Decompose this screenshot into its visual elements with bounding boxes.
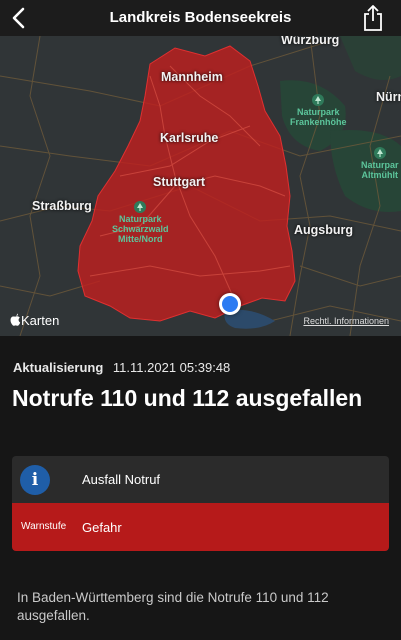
update-timestamp: 11.11.2021 05:39:48 (112, 360, 231, 375)
current-location-marker[interactable] (219, 293, 241, 315)
warning-description: In Baden-Württemberg sind die Notrufe 11… (17, 590, 329, 623)
tree-icon (373, 147, 386, 159)
tree-icon (312, 94, 325, 106)
map-label-park-schwarzwald: Naturpark Schwarzwald Mitte/Nord (112, 201, 169, 244)
apple-logo-icon (10, 313, 21, 326)
map-label-strassburg: Straßburg (32, 199, 92, 213)
info-card: i Ausfall Notruf (12, 456, 389, 503)
warning-level-card: Warnstufe Gefahr (12, 503, 389, 551)
legal-info-link[interactable]: Rechtl. Informationen (303, 316, 389, 326)
map-view[interactable]: Würzburg Mannheim Nürn Karlsruhe Stuttga… (0, 36, 401, 336)
warning-headline: Notrufe 110 und 112 ausgefallen (12, 385, 363, 411)
map-label-augsburg: Augsburg (294, 223, 354, 237)
map-label-wuerzburg: Würzburg (281, 36, 340, 47)
map-label-nuernberg: Nürn (376, 90, 401, 104)
warning-level-value: Gefahr (82, 520, 122, 535)
map-label-park-altmuehl: Naturpar Altmühlt (361, 147, 399, 180)
navigation-bar: Landkreis Bodenseekreis (0, 0, 401, 36)
maps-attribution: Karten (10, 313, 59, 328)
map-label-karlsruhe: Karlsruhe (160, 131, 219, 145)
map-label-stuttgart: Stuttgart (153, 175, 206, 189)
tree-icon (134, 201, 147, 213)
page-title: Landkreis Bodenseekreis (109, 9, 292, 26)
info-card-text: Ausfall Notruf (82, 472, 161, 487)
map-label-mannheim: Mannheim (161, 70, 223, 84)
warning-level-label: Warnstufe (21, 521, 67, 532)
info-icon: i (20, 465, 50, 495)
update-label: Aktualisierung (13, 360, 104, 375)
map-label-park-frankenhoehe: Naturpark Frankenhöhe (290, 94, 347, 127)
share-icon[interactable] (361, 4, 385, 32)
update-line: Aktualisierung 11.11.2021 05:39:48 (13, 360, 230, 375)
